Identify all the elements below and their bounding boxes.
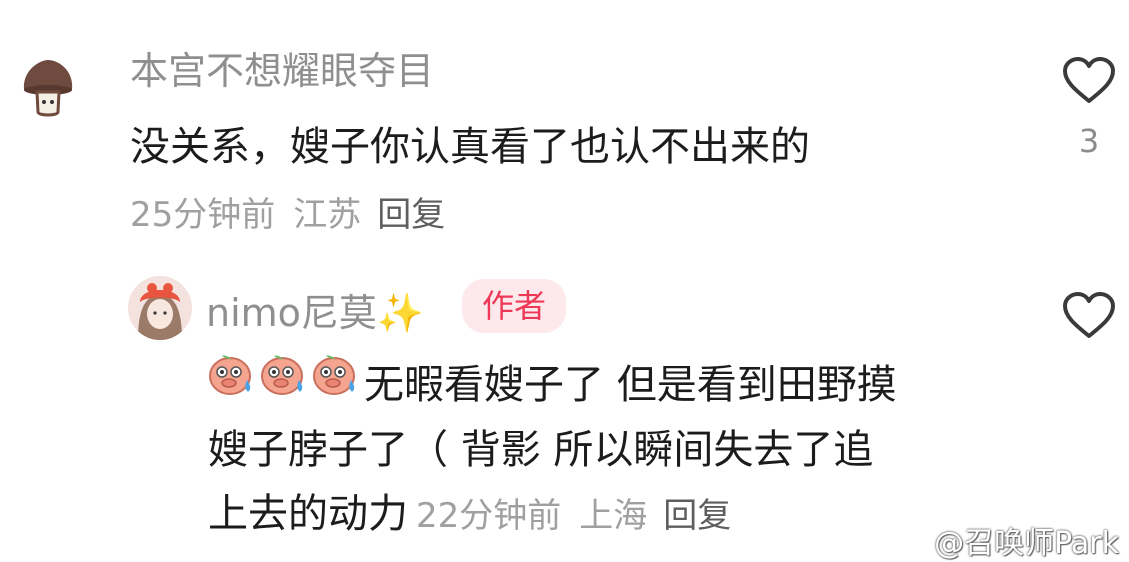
comment-username[interactable]: 本宫不想耀眼夺目 <box>130 40 434 95</box>
heart-icon[interactable] <box>1062 292 1116 340</box>
comment-location: 上海 <box>579 496 648 536</box>
comment-meta: 22分钟前 上海 回复 <box>416 496 731 536</box>
reply-button[interactable]: 回复 <box>663 496 731 536</box>
comment-time: 22分钟前 <box>416 496 562 536</box>
comment-meta: 25分钟前 江苏 回复 <box>130 187 445 236</box>
girl-avatar[interactable] <box>128 276 192 340</box>
sparkle-emoji: ✨ <box>376 291 425 335</box>
comment-text-line: 嫂子脖子了（ 背影 所以瞬间失去了追 <box>208 427 874 473</box>
comment-location: 江苏 <box>293 195 362 235</box>
comment-text-line: 上去的动力 22分钟前 上海 回复 <box>208 481 731 539</box>
comment-text-end: 上去的动力 <box>208 491 408 537</box>
comment-time: 25分钟前 <box>130 195 276 235</box>
comment-text: 没关系，嫂子你认真看了也认不出来的 <box>130 124 810 170</box>
comment-username[interactable]: nimo尼莫✨ <box>206 282 424 337</box>
comment-text-line: 无暇看嫂子了 但是看到田野摸 <box>364 362 897 408</box>
like-count: 3 <box>1078 122 1100 160</box>
heart-icon[interactable] <box>1062 57 1116 105</box>
sweating-pig-face-emoji <box>260 350 306 396</box>
watermark: @召唤师Park <box>934 526 1119 561</box>
sweating-pig-face-emoji <box>312 350 358 396</box>
author-badge: 作者 <box>462 279 566 333</box>
sweating-pig-face-emoji <box>208 350 254 396</box>
reply-button[interactable]: 回复 <box>377 195 445 235</box>
username-text[interactable]: nimo尼莫 <box>206 291 377 335</box>
mushroom-avatar[interactable] <box>20 58 76 120</box>
